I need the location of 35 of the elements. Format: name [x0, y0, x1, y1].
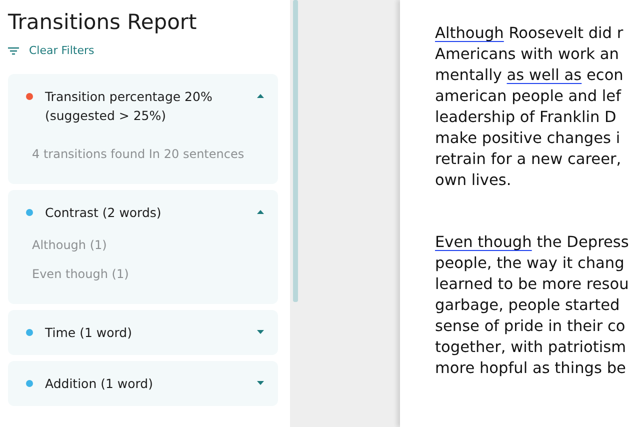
document-line: Americans with work an: [435, 44, 619, 65]
caret-up-icon[interactable]: [257, 210, 264, 214]
document-line: leadership of Franklin D: [435, 107, 616, 128]
caret-down-icon[interactable]: [257, 381, 264, 385]
document-line: Although Roosevelt did r: [435, 23, 624, 44]
document-line: people, the way it chang: [435, 253, 624, 274]
category-card[interactable]: Contrast (2 words) Although (1) Even though (1): [8, 190, 278, 304]
document-line: Even though the Depress: [435, 232, 629, 253]
filter-icon: [8, 46, 19, 54]
document-line: own lives.: [435, 170, 512, 191]
caret-down-icon[interactable]: [257, 330, 264, 334]
category-title: Transition percentage 20% (suggested > 25%): [45, 88, 214, 125]
document-line: make positive changes i: [435, 128, 620, 149]
summary-text: 4 transitions found In 20 sentences: [32, 146, 244, 161]
report-title: Transitions Report: [8, 10, 197, 34]
document-line: sense of pride in their co: [435, 316, 626, 337]
transition-word: Although: [435, 24, 504, 42]
document-line: more hopful as things be: [435, 358, 626, 379]
document-line: together, with patriotism: [435, 337, 626, 358]
category-card[interactable]: Transition percentage 20% (suggested > 25%) 4 transitions found In 20 sentences: [8, 74, 278, 184]
document-line: learned to be more resou: [435, 274, 629, 295]
caret-up-icon[interactable]: [257, 94, 264, 98]
transition-word: Even though: [435, 233, 532, 251]
category-card[interactable]: Time (1 word): [8, 310, 278, 355]
document-line: retrain for a new career,: [435, 149, 622, 170]
scrollbar-thumb[interactable]: [293, 0, 298, 302]
document-line: mentally as well as econ: [435, 65, 624, 86]
clear-filters-button[interactable]: Clear Filters: [8, 44, 94, 57]
document-line: garbage, people started: [435, 295, 620, 316]
document-line: american people and lef: [435, 86, 621, 107]
category-title: Contrast (2 words): [45, 204, 162, 222]
category-title: Addition (1 word): [45, 375, 154, 393]
category-title: Time (1 word): [45, 324, 133, 342]
category-card[interactable]: Addition (1 word): [8, 361, 278, 406]
transition-word: as well as: [506, 66, 582, 84]
